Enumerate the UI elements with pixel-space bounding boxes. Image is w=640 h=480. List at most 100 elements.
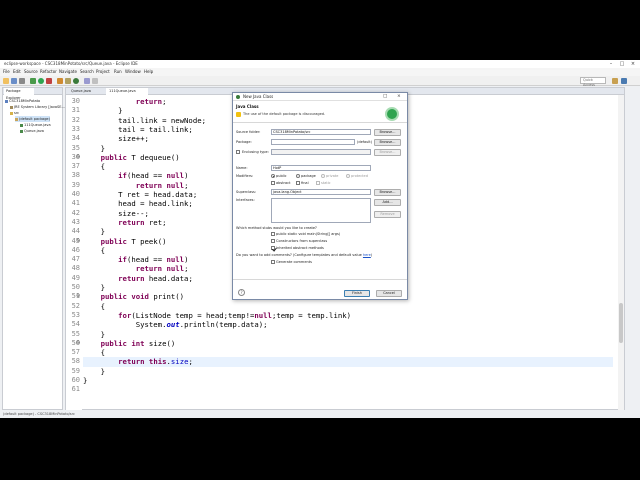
interfaces-list[interactable] [271,198,371,223]
menu-search[interactable]: Search [80,68,94,76]
tab-package-explorer[interactable]: Package Explorer [4,88,34,100]
line-number: 37 [71,162,80,171]
explorer-tabbar: Package Explorer [3,88,62,100]
close-window-button[interactable]: × [628,60,638,68]
menu-edit[interactable]: Edit [13,68,21,76]
code-line[interactable]: public int size() [83,339,613,348]
package-explorer: Package Explorer CSC318MinPotato JRE Sys… [2,87,67,410]
new-java-class-dialog: New Java Class □ × Java Class The use of… [232,92,408,300]
menu-help[interactable]: Help [144,68,153,76]
search-icon[interactable] [92,78,98,84]
quick-access-field[interactable]: Quick Access [580,77,606,87]
line-number: 61 [71,385,80,394]
minimize-button[interactable]: – [606,60,616,68]
line-number: 54 [71,320,80,329]
tree-item-label: src [14,111,20,115]
run-icon[interactable] [38,78,44,84]
modifier-abstract-checkbox[interactable] [271,181,275,185]
generate-comments-checkbox[interactable] [271,260,275,264]
code-line[interactable]: } [83,367,613,376]
modifier-package-radio[interactable] [296,174,300,178]
code-line[interactable]: return this.size; [83,357,613,367]
coverage-icon[interactable] [46,78,52,84]
open-type-icon[interactable] [84,78,90,84]
help-icon[interactable]: ? [238,289,245,296]
tab-111queue-java[interactable]: 111Queue.java [106,88,148,95]
menu-refactor[interactable]: Refactor [40,68,57,76]
code-line[interactable]: System.out.println(temp.data); [83,320,613,329]
enclosing-type-label: Enclosing type: [242,150,269,154]
enclosing-type-checkbox[interactable] [236,150,240,154]
code-line[interactable] [83,385,613,394]
tab-queue-java[interactable]: Queue.java [68,88,104,95]
inherited-methods-checkbox[interactable] [271,246,275,250]
tree-item-label: JRE System Library [JavaSE-...] [14,105,68,109]
folder-icon [10,111,13,115]
code-line[interactable]: { [83,302,613,311]
package-browse-button[interactable]: Browse... [374,139,401,146]
superclass-browse-button[interactable]: Browse... [374,189,401,196]
line-number: 49 [71,273,80,282]
tree-item-queue[interactable]: Queue.java [20,128,44,134]
source-folder-input[interactable]: CSC318MinPotato/src [271,129,371,135]
menu-source[interactable]: Source [24,68,38,76]
configure-templates-link[interactable]: here [363,253,371,257]
code-line[interactable]: } [83,330,613,339]
code-line[interactable]: { [83,348,613,357]
code-line[interactable]: for(ListNode temp = head;temp!=null;temp… [83,311,613,320]
line-number: 48 [71,264,80,273]
line-number: 57 [71,348,80,357]
interfaces-add-button[interactable]: Add... [374,199,401,206]
modifier-abstract-label: abstract [276,181,291,185]
constructors-checkbox[interactable] [271,239,275,243]
editor-scrollbar-thumb[interactable] [619,303,623,343]
name-label: Name: [236,166,248,170]
maximize-button[interactable]: □ [617,60,627,68]
new-package-icon[interactable] [65,78,71,84]
fold-toggle-icon[interactable]: ⊖ [76,153,80,162]
line-number: 35 [71,143,80,152]
dialog-maximize-button[interactable]: □ [383,93,387,101]
package-label: Package: [236,140,252,144]
superclass-input[interactable]: java.lang.Object [271,189,371,195]
code-line[interactable]: } [83,376,613,385]
comments-question-text: Do you want to add comments? (Configure … [236,253,363,257]
fold-toggle-icon[interactable]: ⊖ [76,292,80,301]
print-icon[interactable] [19,78,25,84]
dialog-class-icon [236,95,240,99]
modifier-public-radio[interactable] [271,174,275,178]
debug-icon[interactable] [30,78,36,84]
tree-item-label: Queue.java [24,129,44,133]
source-folder-browse-button[interactable]: Browse... [374,129,401,136]
generate-comments-label: Generate comments [276,260,312,264]
save-icon[interactable] [11,78,17,84]
open-perspective-icon[interactable] [612,78,618,84]
menu-window[interactable]: Window [125,68,141,76]
finish-button[interactable]: Finish [344,290,370,297]
main-method-checkbox[interactable] [271,232,275,236]
package-input[interactable] [271,139,355,145]
menu-run[interactable]: Run [114,68,122,76]
menu-project[interactable]: Project [96,68,110,76]
cancel-button[interactable]: Cancel [376,290,402,297]
package-default-label: (default) [357,140,373,144]
fold-toggle-icon[interactable]: ⊖ [76,339,80,348]
editor-scrollbar[interactable] [618,95,624,411]
class-name-input[interactable]: HotP [271,165,371,171]
tree-item-label: 111Queue.java [24,123,51,127]
modifier-final-checkbox[interactable] [296,181,300,185]
menu-file[interactable]: File [3,68,10,76]
source-folder-label: Source folder: [236,130,261,134]
new-class-icon[interactable] [73,78,79,84]
dialog-close-button[interactable]: × [397,93,401,101]
dialog-header-message: The use of the default package is discou… [243,112,326,116]
new-java-project-icon[interactable] [57,78,63,84]
modifier-static-checkbox [316,181,320,185]
java-perspective-icon[interactable] [621,78,627,84]
menu-navigate[interactable]: Navigate [59,68,77,76]
fold-toggle-icon[interactable]: ⊖ [76,237,80,246]
line-number: 59 [71,366,80,375]
new-icon[interactable] [3,78,9,84]
constructors-label: Constructors from superclass [276,239,328,243]
new-class-wizard-icon [385,107,399,121]
